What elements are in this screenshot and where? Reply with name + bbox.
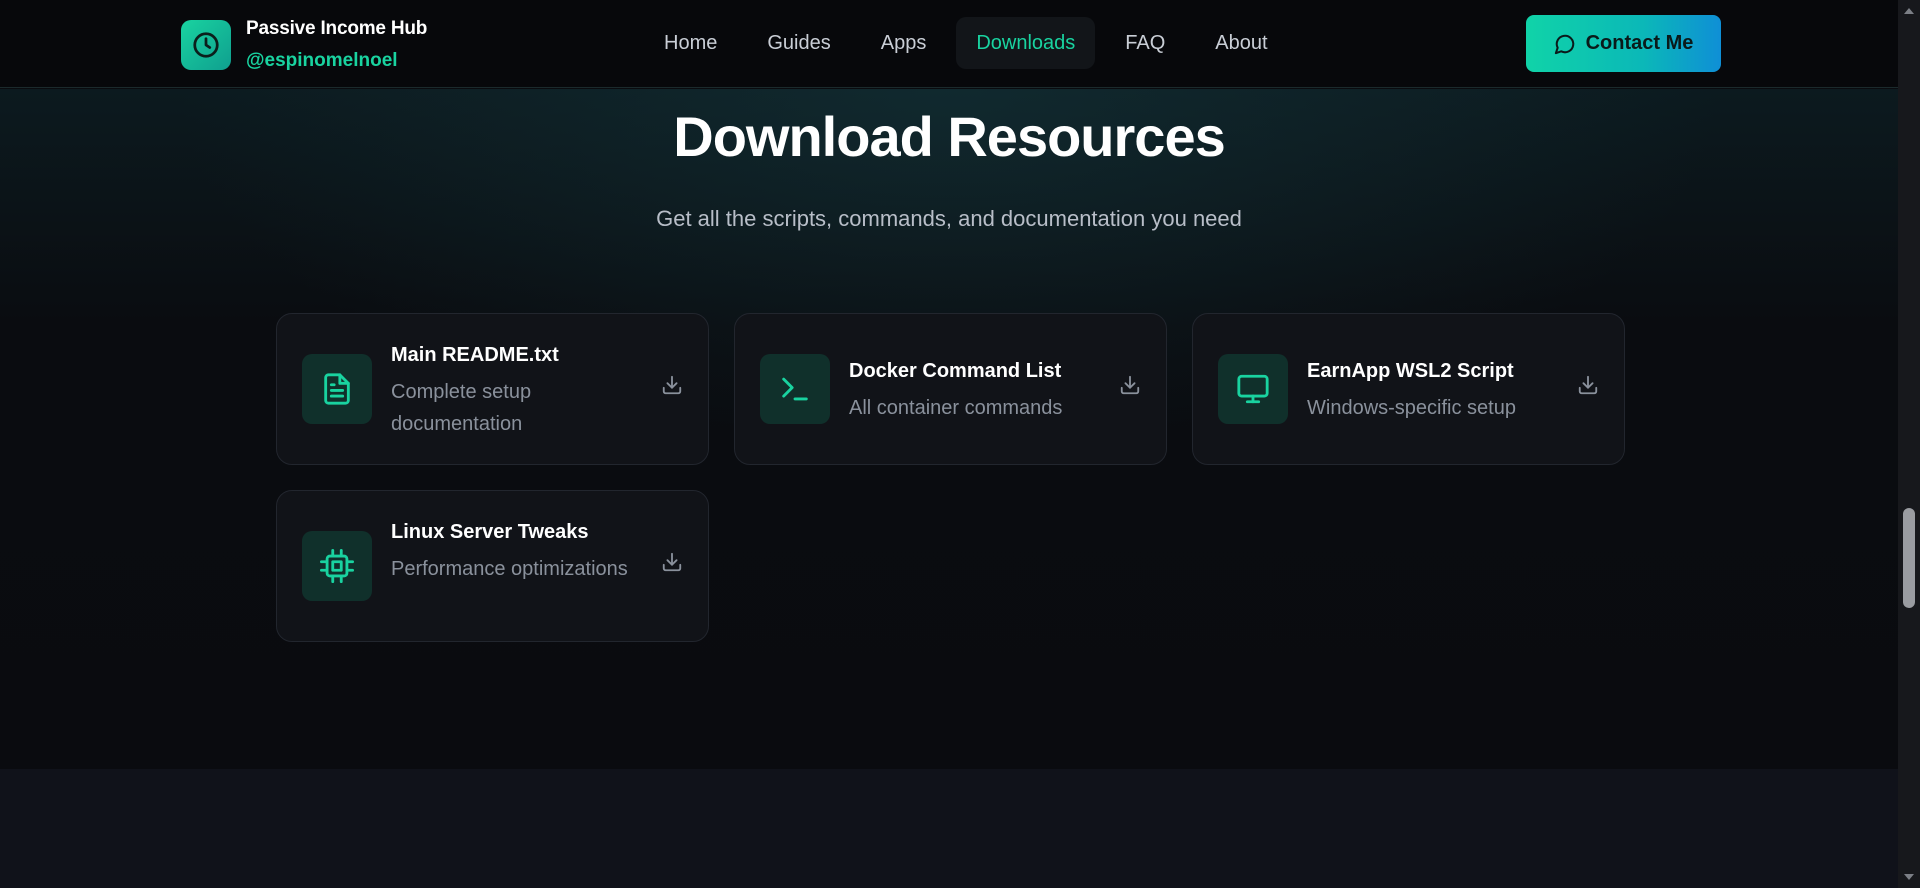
nav-apps[interactable]: Apps bbox=[861, 17, 947, 69]
download-icon[interactable] bbox=[1116, 371, 1144, 399]
download-icon[interactable] bbox=[658, 371, 686, 399]
contact-me-label: Contact Me bbox=[1585, 32, 1694, 54]
resource-description: Complete setup documentation bbox=[391, 381, 532, 435]
terminal-icon bbox=[760, 354, 830, 424]
resource-card-readme[interactable]: Main README.txt Complete setup documenta… bbox=[276, 313, 709, 465]
resource-description: Performance optimizations bbox=[391, 558, 628, 580]
resource-title: Main README.txt bbox=[391, 344, 559, 366]
brand-title: Passive Income Hub bbox=[246, 18, 428, 39]
chat-bubble-icon bbox=[1554, 33, 1586, 55]
resource-title: Docker Command List bbox=[849, 360, 1062, 382]
cpu-chip-icon bbox=[302, 531, 372, 601]
resource-card-docker[interactable]: Docker Command List All container comman… bbox=[734, 313, 1167, 465]
download-icon[interactable] bbox=[1574, 371, 1602, 399]
brand[interactable]: Passive Income Hub @espinomelnoel bbox=[181, 18, 427, 72]
footer-band bbox=[0, 769, 1898, 888]
resource-description: Windows-specific setup bbox=[1307, 397, 1516, 419]
resource-title: EarnApp WSL2 Script bbox=[1307, 360, 1514, 382]
scroll-up-arrow-icon[interactable] bbox=[1904, 8, 1914, 14]
main-nav: Home Guides Apps Downloads FAQ About bbox=[644, 17, 1298, 69]
clock-icon bbox=[181, 20, 231, 70]
resource-title: Linux Server Tweaks bbox=[391, 521, 589, 543]
contact-me-button[interactable]: Contact Me bbox=[1526, 15, 1721, 72]
page-title: Download Resources bbox=[673, 105, 1225, 168]
scroll-thumb[interactable] bbox=[1903, 508, 1915, 608]
document-icon bbox=[302, 354, 372, 424]
page: Passive Income Hub @espinomelnoel Home G… bbox=[0, 0, 1898, 888]
scroll-down-arrow-icon[interactable] bbox=[1904, 874, 1914, 880]
brand-text: Passive Income Hub @espinomelnoel bbox=[246, 18, 427, 72]
nav-home[interactable]: Home bbox=[644, 17, 737, 69]
nav-downloads[interactable]: Downloads bbox=[956, 17, 1096, 69]
resource-card-linux[interactable]: Linux Server Tweaks Performance optimiza… bbox=[276, 490, 709, 642]
page-scrollbar[interactable] bbox=[1898, 0, 1920, 888]
monitor-icon bbox=[1218, 354, 1288, 424]
resource-card-earnapp[interactable]: EarnApp WSL2 Script Windows-specific set… bbox=[1192, 313, 1625, 465]
download-icon[interactable] bbox=[658, 548, 686, 576]
nav-guides[interactable]: Guides bbox=[747, 17, 850, 69]
page-subtitle: Get all the scripts, commands, and docum… bbox=[656, 206, 1242, 231]
brand-handle: @espinomelnoel bbox=[246, 50, 398, 71]
resource-description: All container commands bbox=[849, 397, 1063, 419]
site-header: Passive Income Hub @espinomelnoel Home G… bbox=[0, 0, 1898, 88]
nav-about[interactable]: About bbox=[1195, 17, 1287, 69]
nav-faq[interactable]: FAQ bbox=[1105, 17, 1185, 69]
